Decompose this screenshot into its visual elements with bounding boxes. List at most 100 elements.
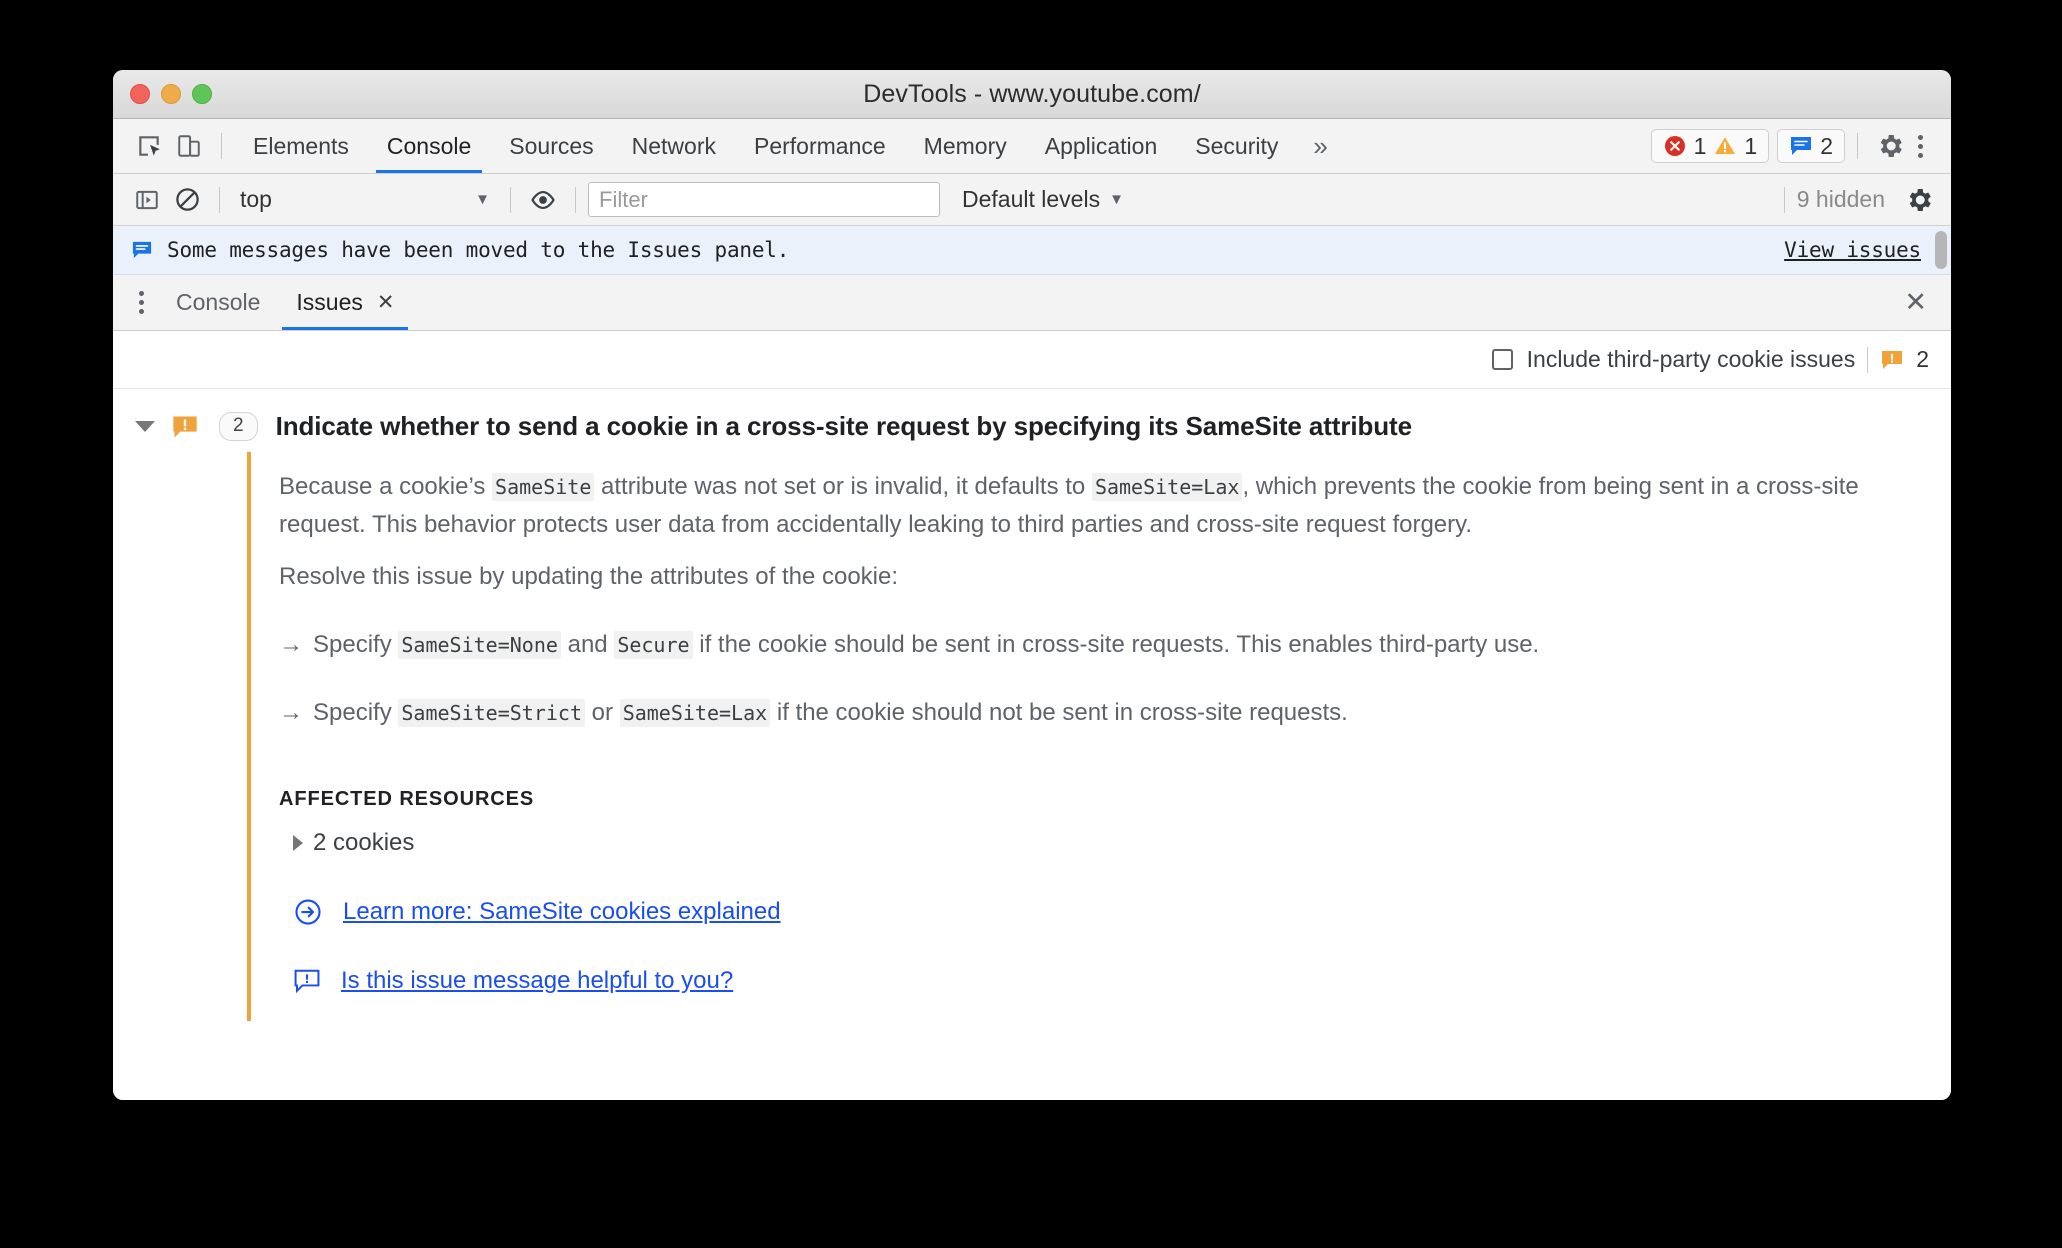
issue-paragraph-1: Because a cookie’s SameSite attribute wa… [279,468,1869,544]
learn-more-link[interactable]: Learn more: SameSite cookies explained [343,898,781,926]
feedback-link-row[interactable]: Is this issue message helpful to you? [293,967,1951,995]
bullet-2-text: Specify SameSite=Strict or SameSite=Lax … [313,694,1348,732]
issues-count: 2 [1820,132,1833,159]
tab-application[interactable]: Application [1026,119,1177,173]
issue-warning-icon [173,416,197,437]
close-drawer-icon[interactable]: ✕ [1898,289,1933,316]
console-info-message-bar: Some messages have been moved to the Iss… [113,226,1951,275]
more-tabs-chevron-icon[interactable]: » [1297,133,1343,159]
close-window-button[interactable] [130,84,150,104]
triangle-right-icon[interactable] [293,834,303,851]
devtools-tab-strip: Elements Console Sources Network Perform… [113,119,1951,174]
log-levels-label: Default levels [962,186,1101,212]
issue-count-badge: 2 [219,412,258,441]
issue-header-row[interactable]: 2 Indicate whether to send a cookie in a… [113,397,1951,452]
bullet-1-text: Specify SameSite=None and Secure if the … [313,626,1539,664]
bullet2-part3: if the cookie should not be sent in cros… [770,698,1348,726]
arrow-right-icon-1: → [279,630,303,658]
arrow-right-icon-2: → [279,698,303,726]
tab-network[interactable]: Network [613,119,735,173]
bullet1-part3: if the cookie should be sent in cross-si… [692,630,1540,658]
execution-context-label: top [240,186,272,212]
tab-memory[interactable]: Memory [905,119,1026,173]
tab-performance[interactable]: Performance [735,119,905,173]
drawer-tab-issues-label: Issues [296,289,363,315]
bullet2-code-samesite-strict: SameSite=Strict [398,698,585,727]
issue-message-icon-small [132,241,152,259]
affected-resource-label: 2 cookies [313,828,415,856]
issues-list: 2 Indicate whether to send a cookie in a… [113,389,1951,1100]
console-divider-3 [575,186,576,213]
drawer-tab-console-label: Console [176,289,261,315]
execution-context-selector[interactable]: top ▼ [232,186,498,213]
tab-sources[interactable]: Sources [490,119,612,173]
feedback-bubble-icon [294,969,320,993]
toolbar-divider-2 [1857,133,1858,159]
drawer-tab-console[interactable]: Console [158,275,278,330]
console-filter-toolbar: top ▼ Default levels ▼ 9 hidden [113,174,1951,226]
affected-resource-cookies[interactable]: 2 cookies [293,829,1951,857]
gear-icon[interactable] [1870,126,1910,166]
issues-filter-divider [1867,346,1869,373]
console-divider-1 [219,186,220,213]
bullet2-part2: or [585,698,620,726]
issue-bullet-1: → Specify SameSite=None and Secure if th… [279,626,1951,664]
toolbar-divider [221,133,222,159]
learn-more-link-row[interactable]: Learn more: SameSite cookies explained [293,897,1951,927]
chevron-down-icon-levels: ▼ [1109,191,1124,208]
issues-filter-row: Include third-party cookie issues 2 [113,331,1951,389]
bullet1-part2: and [560,630,615,658]
clear-console-icon[interactable] [167,180,207,220]
error-warning-badge-group[interactable]: 1 1 [1650,129,1770,163]
window-controls [130,84,212,104]
console-divider-2 [510,186,511,213]
affected-resources-heading: AFFECTED RESOURCES [279,787,535,810]
window-title: DevTools - www.youtube.com/ [863,79,1201,108]
devtools-window: DevTools - www.youtube.com/ Elements Con… [113,70,1951,1100]
drawer-tab-issues[interactable]: Issues ✕ [278,275,412,330]
view-issues-link[interactable]: View issues [1784,238,1921,262]
issue-warning-icon-badge [1882,350,1903,369]
tab-security[interactable]: Security [1176,119,1297,173]
bullet1-code-samesite-none: SameSite=None [398,630,561,659]
log-levels-selector[interactable]: Default levels ▼ [954,186,1132,213]
third-party-cookie-label: Include third-party cookie issues [1526,346,1856,372]
issues-badge-group[interactable]: 2 [1777,129,1845,163]
maximize-window-button[interactable] [192,84,212,104]
para1-code-samesite-lax: SameSite=Lax [1091,473,1243,501]
triangle-down-icon[interactable] [135,421,155,432]
drawer-tab-bar: Console Issues ✕ ✕ [113,275,1951,331]
screenshot-root: DevTools - www.youtube.com/ Elements Con… [0,0,2062,1248]
eye-icon[interactable] [523,180,563,220]
issue-paragraph-2: Resolve this issue by updating the attri… [279,562,899,590]
drawer-kebab-menu-icon[interactable] [131,283,158,322]
kebab-menu-icon[interactable] [1910,127,1937,166]
para1-part2: attribute was not set or is invalid, it … [594,473,1092,500]
bullet1-part1: Specify [313,630,399,658]
para1-code-samesite: SameSite [492,473,595,501]
warning-count: 1 [1744,132,1758,159]
minimize-window-button[interactable] [161,84,181,104]
issue-bullet-2: → Specify SameSite=Strict or SameSite=La… [279,694,1951,732]
close-icon-issues-tab[interactable]: ✕ [377,292,395,313]
tab-elements[interactable]: Elements [234,119,368,173]
third-party-cookie-checkbox[interactable] [1491,349,1513,370]
third-party-cookie-checkbox-row[interactable]: Include third-party cookie issues [1491,346,1856,373]
console-scrollbar-thumb[interactable] [1935,231,1947,269]
console-divider-4 [1783,186,1785,213]
issue-details: Because a cookie’s SameSite attribute wa… [247,452,1951,1021]
inspect-element-icon[interactable] [129,126,169,166]
issue-message-icon [1791,137,1812,155]
error-count: 1 [1693,132,1707,159]
arrow-in-circle-icon [295,898,321,925]
console-settings-gear-icon[interactable] [1899,180,1939,220]
chevron-down-icon: ▼ [475,191,490,208]
issues-panel-count: 2 [1916,346,1929,372]
issue-title: Indicate whether to send a cookie in a c… [275,411,1412,441]
filter-input[interactable] [588,182,940,217]
tab-console[interactable]: Console [368,119,490,173]
console-sidebar-icon[interactable] [127,180,167,220]
device-toolbar-icon[interactable] [169,126,209,166]
warning-icon [1715,137,1736,154]
feedback-link[interactable]: Is this issue message helpful to you? [341,967,733,995]
